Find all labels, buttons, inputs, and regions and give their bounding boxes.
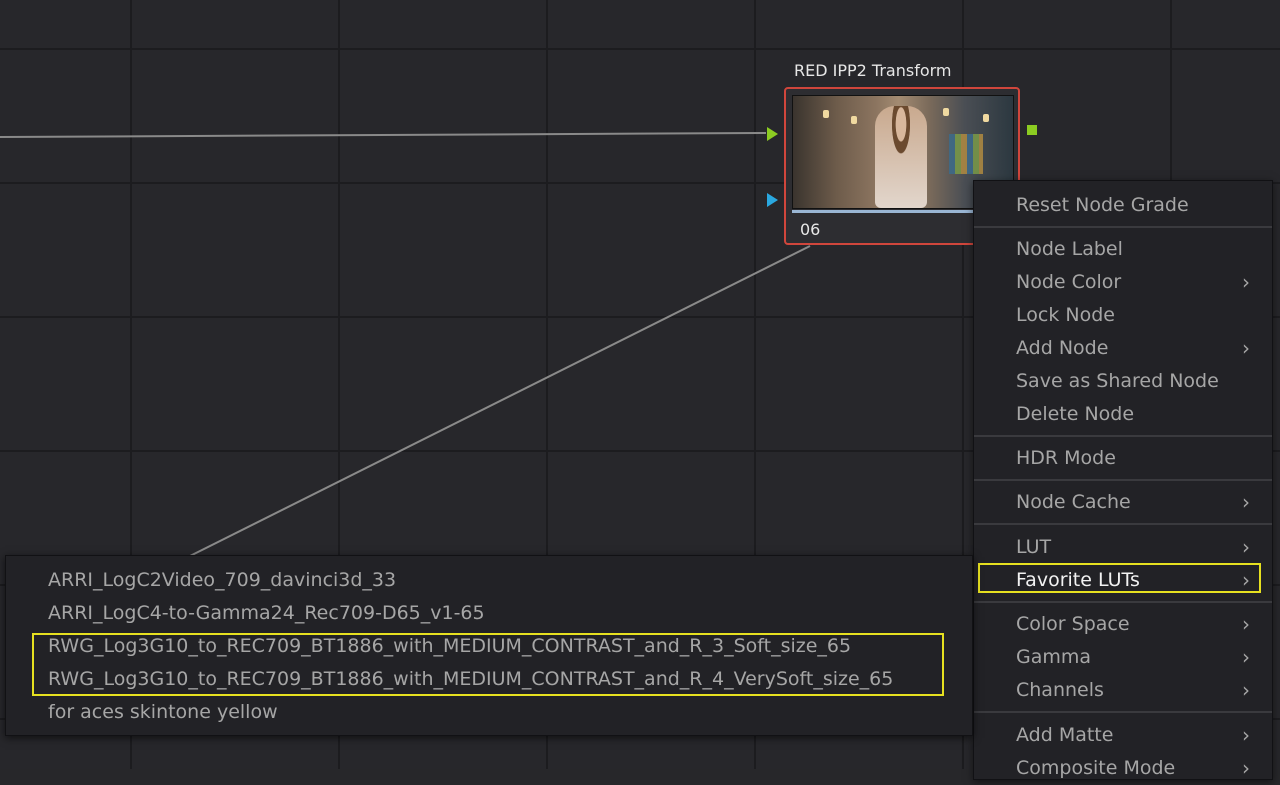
menu-item-label: Add Node xyxy=(1016,337,1109,359)
chevron-right-icon: › xyxy=(1242,723,1250,747)
menu-item-label: Reset Node Grade xyxy=(1016,194,1189,216)
menu-item-hdr-mode[interactable]: HDR Mode xyxy=(974,442,1272,475)
thumbnail-lamp xyxy=(823,110,829,118)
chevron-right-icon: › xyxy=(1242,270,1250,294)
menu-item-add-node[interactable]: Add Node › xyxy=(974,332,1272,365)
menu-item-label: Node Label xyxy=(1016,238,1123,260)
menu-item-gamma[interactable]: Gamma › xyxy=(974,641,1272,674)
menu-item-label: Favorite LUTs xyxy=(1016,569,1140,591)
menu-separator xyxy=(974,435,1272,437)
chevron-right-icon: › xyxy=(1242,568,1250,592)
menu-item-label: Composite Mode xyxy=(1016,757,1176,779)
chevron-right-icon: › xyxy=(1242,678,1250,702)
node-title: RED IPP2 Transform xyxy=(794,61,952,80)
menu-item-label: Add Matte xyxy=(1016,724,1114,746)
menu-item-label: Lock Node xyxy=(1016,304,1115,326)
menu-item-label: Color Space xyxy=(1016,613,1130,635)
menu-separator xyxy=(974,711,1272,713)
node-context-menu: Reset Node Grade Node Label Node Color › … xyxy=(973,180,1273,780)
menu-item-label: HDR Mode xyxy=(1016,447,1116,469)
lut-item[interactable]: RWG_Log3G10_to_REC709_BT1886_with_MEDIUM… xyxy=(48,663,893,696)
menu-item-label: LUT xyxy=(1016,536,1052,558)
thumbnail-lamp xyxy=(943,108,949,116)
favorite-luts-submenu: ARRI_LogC2Video_709_davinci3d_33 ARRI_Lo… xyxy=(5,555,973,736)
rgb-input-port[interactable] xyxy=(767,127,778,141)
menu-item-reset-node-grade[interactable]: Reset Node Grade xyxy=(974,189,1272,222)
lut-item[interactable]: RWG_Log3G10_to_REC709_BT1886_with_MEDIUM… xyxy=(48,630,851,663)
menu-item-save-as-shared-node[interactable]: Save as Shared Node xyxy=(974,365,1272,398)
chevron-right-icon: › xyxy=(1242,535,1250,559)
connection-wire-diagonal xyxy=(189,245,811,557)
menu-separator xyxy=(974,226,1272,228)
lut-item[interactable]: ARRI_LogC4-to-Gamma24_Rec709-D65_v1-65 xyxy=(48,597,485,630)
thumbnail-subject xyxy=(875,106,927,208)
menu-item-color-space[interactable]: Color Space › xyxy=(974,608,1272,641)
menu-item-label: Delete Node xyxy=(1016,403,1135,425)
rgb-output-port[interactable] xyxy=(1027,125,1037,135)
menu-item-add-matte[interactable]: Add Matte › xyxy=(974,719,1272,752)
thumbnail-lamp xyxy=(983,114,989,122)
node-number: 06 xyxy=(800,220,821,239)
thumbnail-lamp xyxy=(851,116,857,124)
thumbnail-color-chart xyxy=(949,134,983,174)
menu-separator xyxy=(974,523,1272,525)
menu-item-label: Channels xyxy=(1016,679,1104,701)
menu-item-label: Save as Shared Node xyxy=(1016,370,1219,392)
menu-item-node-color[interactable]: Node Color › xyxy=(974,266,1272,299)
menu-item-channels[interactable]: Channels › xyxy=(974,674,1272,707)
menu-item-node-cache[interactable]: Node Cache › xyxy=(974,486,1272,519)
lut-item[interactable]: for aces skintone yellow xyxy=(48,696,278,729)
menu-item-lock-node[interactable]: Lock Node xyxy=(974,299,1272,332)
connection-wire-rgb xyxy=(0,132,767,138)
menu-item-label: Gamma xyxy=(1016,646,1092,668)
lut-item[interactable]: ARRI_LogC2Video_709_davinci3d_33 xyxy=(48,564,396,597)
menu-separator xyxy=(974,479,1272,481)
chevron-right-icon: › xyxy=(1242,612,1250,636)
chevron-right-icon: › xyxy=(1242,645,1250,669)
menu-item-label: Node Color xyxy=(1016,271,1122,293)
chevron-right-icon: › xyxy=(1242,490,1250,514)
menu-separator xyxy=(974,601,1272,603)
menu-item-node-label[interactable]: Node Label xyxy=(974,233,1272,266)
chevron-right-icon: › xyxy=(1242,336,1250,360)
menu-item-lut[interactable]: LUT › xyxy=(974,531,1272,564)
key-input-port[interactable] xyxy=(767,193,778,207)
menu-item-delete-node[interactable]: Delete Node xyxy=(974,398,1272,431)
menu-item-label: Node Cache xyxy=(1016,491,1131,513)
menu-item-favorite-luts[interactable]: Favorite LUTs › xyxy=(974,564,1272,597)
